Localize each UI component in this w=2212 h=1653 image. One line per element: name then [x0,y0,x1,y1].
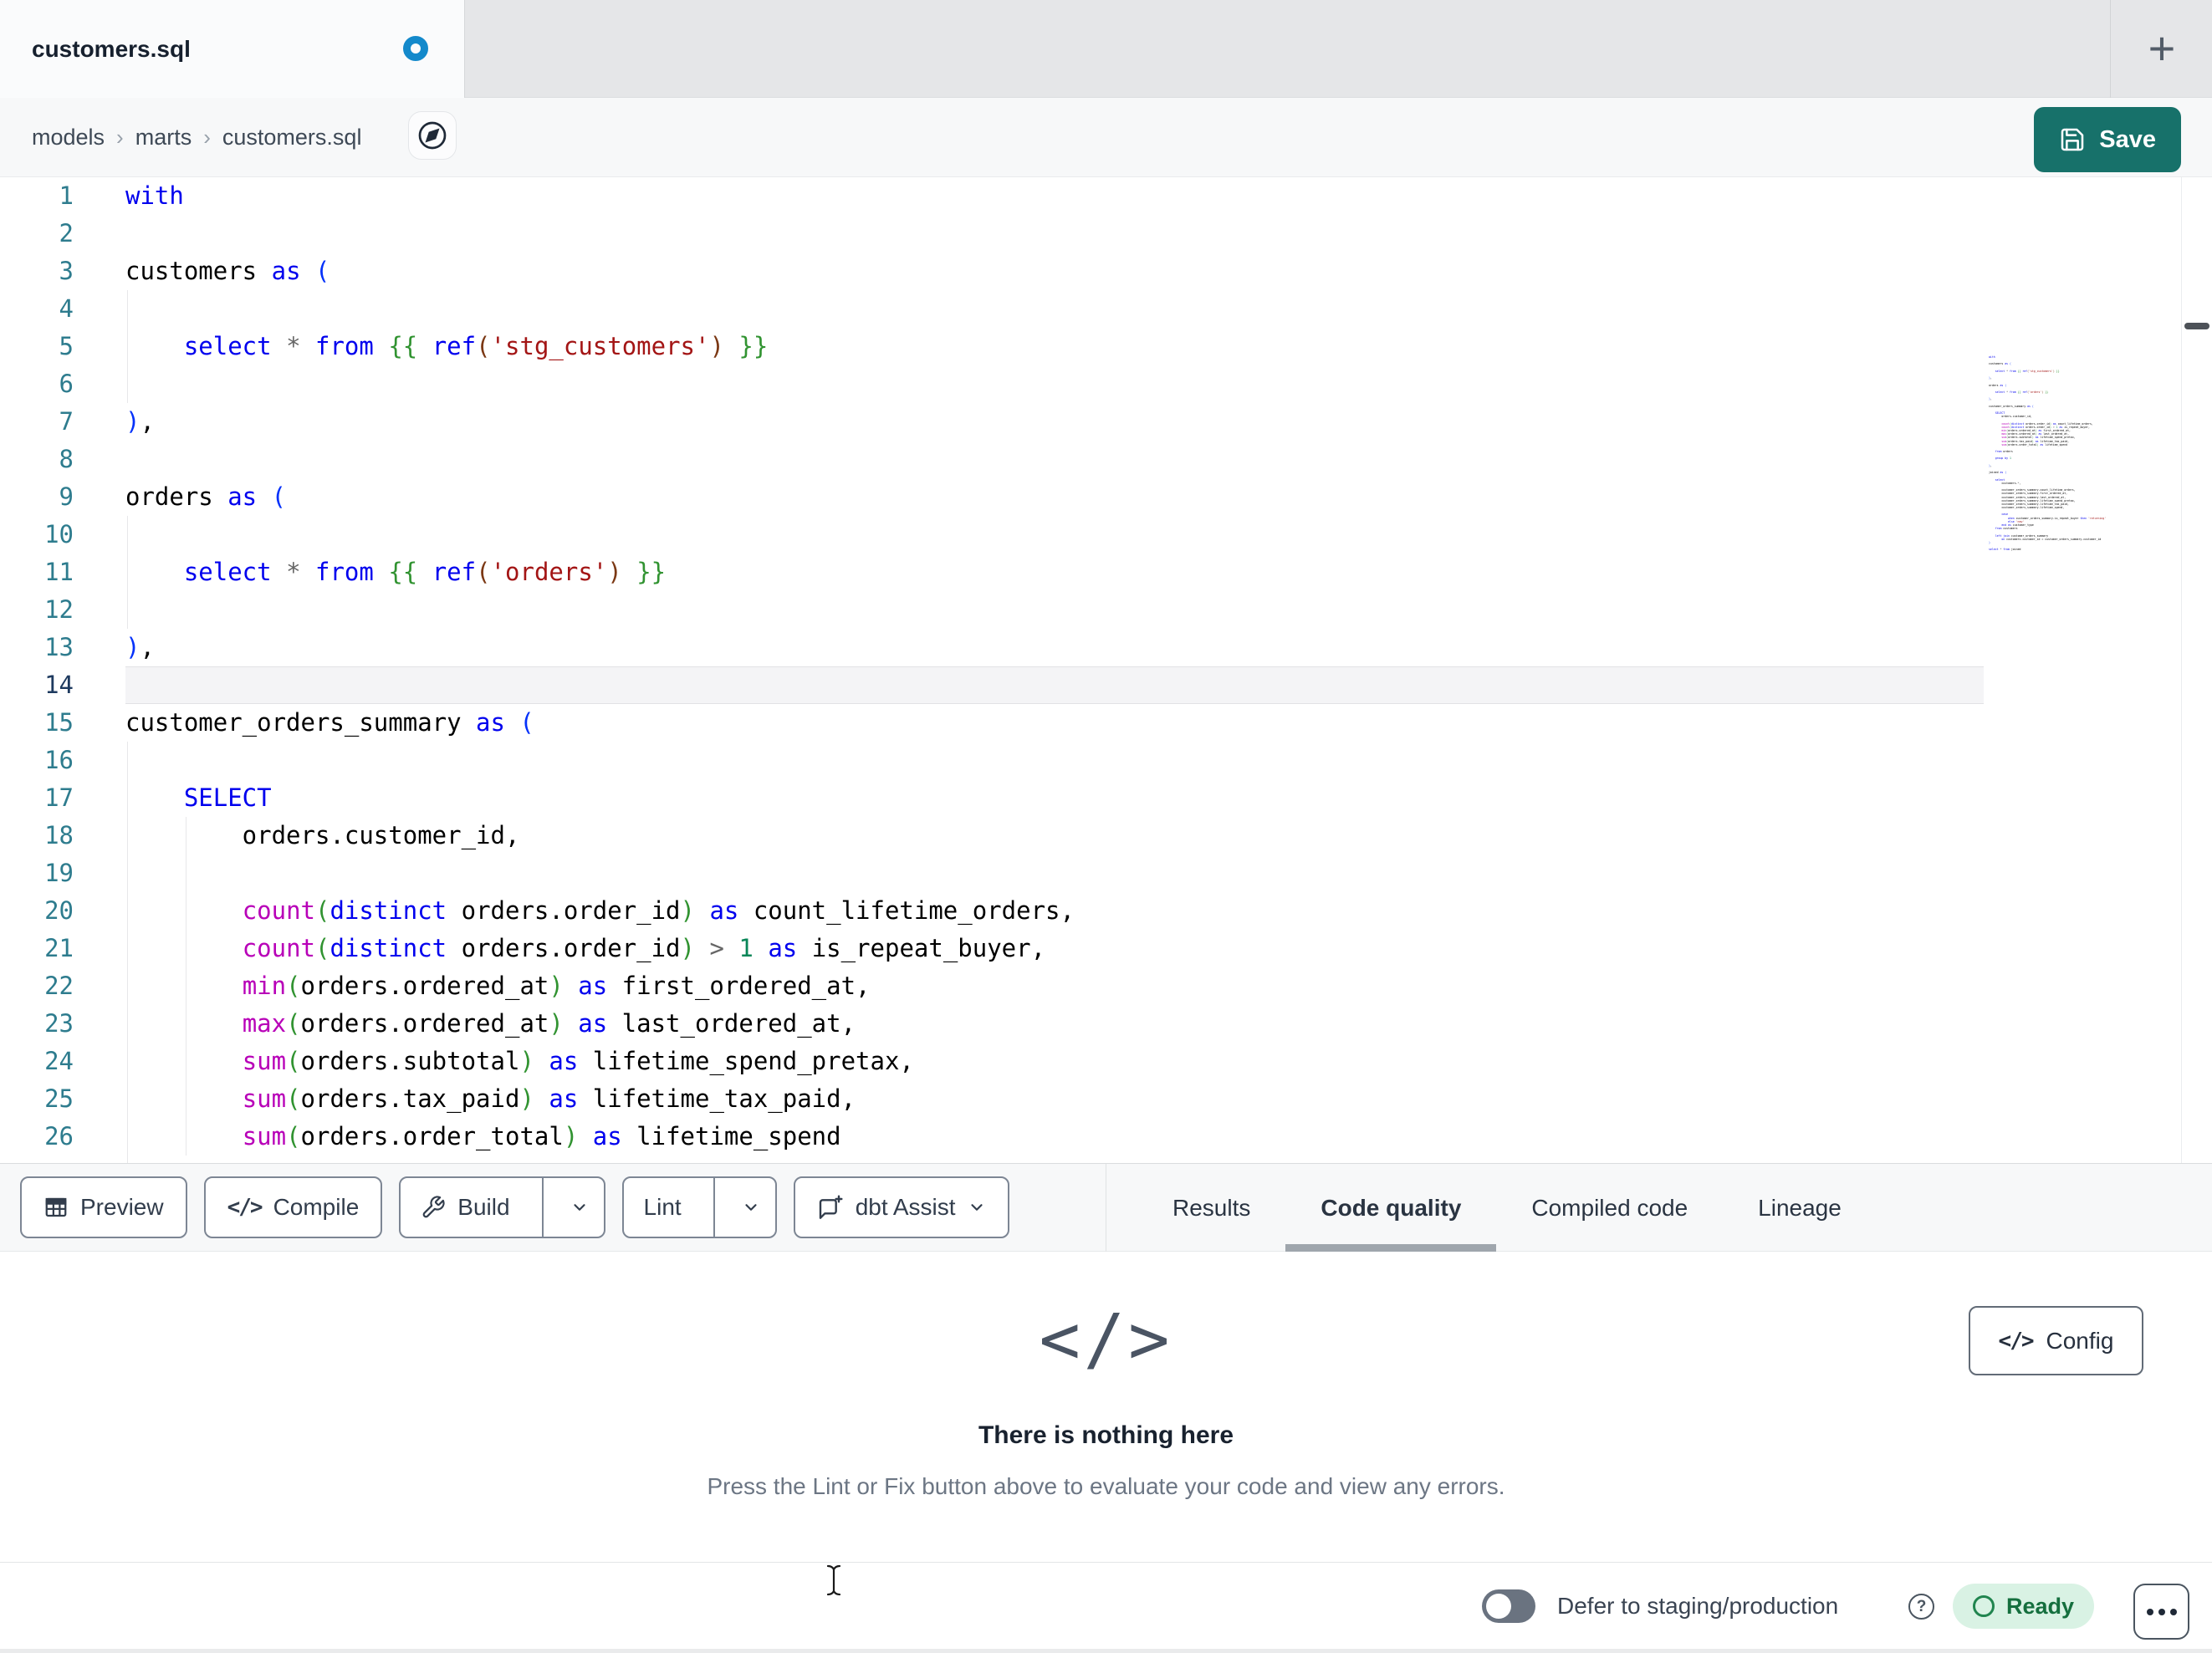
navigate-button[interactable] [408,111,457,160]
dbt-assist-button[interactable]: dbt Assist [793,1176,1009,1238]
dbt-cloud-ide: { "tab_bar": { "active_tab": "customers.… [0,0,2212,1653]
lint-split-button: Lint [621,1176,777,1238]
unsaved-changes-icon [403,36,428,61]
tab-title: customers.sql [32,35,191,62]
lint-dropdown-button[interactable] [727,1178,775,1237]
breadcrumb-item-customers-sql[interactable]: customers.sql [222,125,362,151]
chevron-down-icon [570,1198,589,1217]
code-brackets-icon: </> [1039,1300,1173,1380]
status-bar: Defer to staging/production ? Ready [0,1562,2212,1649]
code-icon: </> [227,1195,263,1220]
breadcrumb: models › marts › customers.sql [32,98,361,177]
chevron-down-icon [742,1198,760,1217]
result-tabs: Results Code quality Compiled code Lineage [1137,1164,1877,1252]
tab-results[interactable]: Results [1137,1164,1285,1252]
breadcrumb-item-models[interactable]: models [32,125,105,151]
code-lines[interactable]: with customers as ( select * from {{ ref(… [125,177,1984,1163]
code-icon: </> [1998,1328,2035,1354]
split-divider [713,1178,715,1237]
preview-button[interactable]: Preview [20,1176,187,1238]
config-label: Config [2046,1327,2114,1354]
bottom-edge [0,1649,2212,1653]
file-header: models › marts › customers.sql Save [0,98,2212,177]
breadcrumb-separator: › [203,125,211,150]
editor-toolbar: Preview </> Compile Build Lint dbt Assis… [0,1164,2212,1252]
compass-icon [417,120,447,151]
toggle-knob [1486,1594,1511,1619]
code-quality-panel: </> There is nothing here Press the Lint… [0,1252,2212,1562]
tab-strip: customers.sql + [0,0,2212,98]
more-options-button[interactable] [2133,1584,2189,1640]
compile-button[interactable]: </> Compile [203,1176,383,1238]
tab-compiled-code[interactable]: Compiled code [1496,1164,1723,1252]
defer-label: Defer to staging/production [1557,1593,1839,1619]
tab-lineage[interactable]: Lineage [1723,1164,1877,1252]
minimap-content[interactable]: with customers as ( select * from {{ ref(… [1989,355,2181,552]
status-badge: Ready [1953,1584,2095,1629]
new-tab-button[interactable]: + [2138,24,2186,73]
status-label: Ready [2006,1593,2075,1619]
defer-toggle[interactable] [1482,1589,1535,1623]
build-dropdown-button[interactable] [555,1178,604,1237]
chat-plus-icon [817,1194,844,1221]
save-label: Save [2099,125,2156,153]
empty-state-hint: Press the Lint or Fix button above to ev… [707,1473,1505,1499]
empty-state-title: There is nothing here [978,1421,1234,1449]
help-icon[interactable]: ? [1908,1594,1934,1620]
circle-outline-icon [1973,1595,1995,1617]
config-button[interactable]: </> Config [1969,1306,2143,1375]
breadcrumb-separator: › [116,125,124,150]
chevron-down-icon [968,1198,986,1217]
tab-strip-divider [2110,0,2111,98]
split-divider [541,1178,544,1237]
build-split-button: Build [399,1176,605,1238]
floppy-disk-icon [2059,126,2086,153]
table-icon [43,1195,69,1220]
scrollbar-thumb[interactable] [2184,323,2209,329]
dbt-assist-label: dbt Assist [855,1194,956,1220]
preview-label: Preview [80,1194,164,1220]
gutter: 1 2 3 4 5 6 7 8 9 10 11 12 13 14 15 16 17 18 19 20 21 22 23 24 2… [44,181,74,1163]
mouse-cursor-ibeam-icon [825,1564,843,1597]
build-label: Build [457,1194,510,1220]
lint-label: Lint [643,1194,682,1220]
build-button[interactable]: Build [401,1178,529,1237]
breadcrumb-item-marts[interactable]: marts [135,125,192,151]
wrench-icon [421,1195,446,1220]
code-editor[interactable]: 1 2 3 4 5 6 7 8 9 10 11 12 13 14 15 16 17 18 19 20 21 22 23 24 2… [0,177,2212,1164]
lint-button[interactable]: Lint [624,1178,702,1237]
tab-code-quality[interactable]: Code quality [1285,1164,1497,1252]
compile-label: Compile [273,1194,360,1220]
save-button[interactable]: Save [2034,107,2181,172]
tab-customers-sql[interactable]: customers.sql [0,0,465,98]
minimap-divider [2181,177,2182,1163]
